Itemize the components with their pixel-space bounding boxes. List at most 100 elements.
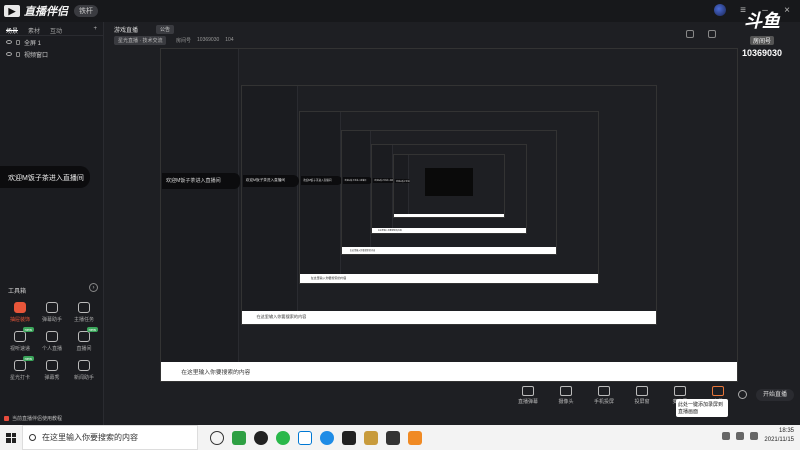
bottom-tool-label: 直播弹幕 bbox=[517, 399, 538, 405]
search-icon bbox=[29, 434, 36, 441]
tool-item[interactable]: 弹幕秀 bbox=[36, 360, 68, 381]
bottom-tool[interactable]: 手机投屏 bbox=[592, 386, 616, 405]
tab-interact[interactable]: 互动 bbox=[50, 26, 62, 35]
nested-welcome: 欢迎M饭子茶进入直播间 bbox=[242, 174, 300, 187]
user-avatar[interactable] bbox=[714, 4, 726, 16]
tool-label: 直播间 bbox=[76, 346, 92, 352]
nested-taskbar: 在这里输入你要搜索的内容 bbox=[342, 246, 556, 254]
qq-icon[interactable] bbox=[254, 430, 268, 445]
nested-search-text: 在这里输入你要搜索的内容 bbox=[377, 229, 402, 232]
tool-item[interactable]: 主播任务 bbox=[68, 302, 100, 323]
start-button[interactable] bbox=[0, 425, 22, 450]
room-number-label: 房间号 bbox=[176, 38, 192, 44]
settings-gear-icon[interactable] bbox=[738, 390, 747, 399]
bottom-tool[interactable]: 直播弹幕 bbox=[516, 386, 540, 405]
clock[interactable]: 18:35 2021/11/15 bbox=[764, 427, 794, 445]
live-preview[interactable]: 欢迎M饭子茶进入直播间 在这里输入你要搜索的内容 欢迎M饭子茶进入直播间 在这里输入你… bbox=[160, 48, 738, 382]
new-badge: new bbox=[22, 356, 34, 361]
nested-search-text: 在这里输入你要搜索的内容 bbox=[181, 370, 251, 377]
search-placeholder: 在这里输入你要搜索的内容 bbox=[42, 433, 138, 442]
game-icon[interactable] bbox=[342, 430, 356, 445]
add-scene-icon[interactable]: + bbox=[93, 26, 97, 32]
app-name: 直播伴侣 bbox=[24, 6, 68, 18]
nested-taskbar: 在这里输入你要搜索的内容 bbox=[241, 310, 657, 325]
lock-icon[interactable] bbox=[708, 30, 716, 38]
nested-search-text: 在这里输入你要搜索的内容 bbox=[310, 276, 347, 281]
tool-label: 星光打卡 bbox=[9, 375, 30, 381]
wechat-icon[interactable] bbox=[276, 430, 290, 445]
store-icon[interactable] bbox=[298, 430, 312, 445]
tool-icon: new bbox=[78, 327, 98, 342]
nested-sidebar bbox=[241, 85, 299, 325]
nested-welcome: 欢迎M饭子茶进入直播间 bbox=[162, 172, 241, 190]
eye-icon[interactable] bbox=[6, 52, 12, 56]
douyu-icon[interactable] bbox=[408, 430, 422, 445]
bottom-tool-icon bbox=[674, 386, 686, 396]
app-logo-icon: ▶ bbox=[4, 5, 20, 17]
watermark-sub: 房间号 bbox=[749, 36, 774, 45]
taskbar-apps bbox=[210, 430, 422, 445]
tool-item[interactable]: new 直播间 bbox=[68, 327, 100, 352]
tool-item[interactable]: 新闻助手 bbox=[68, 360, 100, 381]
edge-icon[interactable] bbox=[320, 430, 334, 445]
nested-welcome: 欢迎M饭子茶进入直播间 bbox=[343, 177, 373, 184]
eye-icon[interactable] bbox=[6, 40, 12, 44]
tool-item[interactable]: 个人直播 bbox=[36, 331, 68, 352]
tool-item[interactable]: 抽屉装饰 bbox=[4, 302, 36, 323]
new-badge: new bbox=[22, 327, 34, 332]
cortana-icon[interactable] bbox=[210, 430, 224, 445]
share-icon[interactable] bbox=[686, 30, 694, 38]
date: 2021/11/15 bbox=[764, 437, 794, 443]
tab-materials[interactable]: 素材 bbox=[28, 26, 40, 35]
tool-item[interactable]: 弹幕助手 bbox=[36, 302, 68, 323]
scene-label: 视频窗口 bbox=[24, 52, 49, 59]
tool-item[interactable]: new 星光打卡 bbox=[4, 356, 36, 381]
bottom-tool[interactable]: 摄像头 bbox=[554, 386, 578, 405]
tool-label: 弹幕助手 bbox=[41, 317, 62, 323]
chevron-right-icon[interactable]: › bbox=[89, 283, 98, 292]
tool-item[interactable]: new 视听速递 bbox=[4, 327, 36, 352]
tip-popup: 此处一键添加录屏到直播画面 bbox=[676, 399, 728, 417]
room-meta: 房间号 10369030 104 bbox=[176, 37, 234, 44]
title-bar: ▶ 直播伴侣 铁杆 ≡ – × bbox=[0, 0, 800, 22]
nested-sidebar bbox=[300, 112, 341, 284]
network-icon[interactable] bbox=[736, 432, 745, 440]
lock-icon[interactable] bbox=[16, 51, 20, 57]
notice-text: 当前直播伴侣使用教程 bbox=[12, 416, 63, 422]
toolbox-grid: 抽屉装饰 弹幕助手 主播任务 new 视听速递 个人直播 new 直播间 new 星光打卡 弹幕秀 新… bbox=[4, 302, 100, 381]
nested-taskbar: 在这里输入你要搜索的内容 bbox=[161, 362, 737, 381]
tool-label: 抽屉装饰 bbox=[9, 317, 30, 323]
tray-icon[interactable] bbox=[722, 432, 731, 440]
app-icon[interactable] bbox=[232, 430, 246, 445]
notice-bar[interactable]: 当前直播伴侣使用教程 bbox=[4, 415, 104, 422]
lock-icon[interactable] bbox=[16, 39, 20, 45]
tool-icon bbox=[14, 302, 26, 313]
scene-item[interactable]: 全屏 1 bbox=[0, 36, 103, 48]
volume-icon[interactable] bbox=[750, 432, 759, 440]
bottom-tool-label: 投屏窗 bbox=[634, 399, 650, 405]
scene-tabs: 场景 素材 互动 + bbox=[0, 22, 103, 36]
nested-sidebar bbox=[342, 131, 372, 254]
nested-taskbar bbox=[394, 213, 504, 218]
scene-item[interactable]: 视频窗口 bbox=[0, 48, 103, 60]
app-window: ▶ 直播伴侣 铁杆 ≡ – × 场景 素材 互动 + 全屏 1 视频窗口 欢迎M… bbox=[0, 0, 800, 425]
new-badge: new bbox=[86, 327, 98, 332]
lol-icon[interactable] bbox=[364, 430, 378, 445]
tool-icon bbox=[78, 302, 90, 313]
tool-label: 视听速递 bbox=[9, 346, 30, 352]
bottom-tool-icon bbox=[522, 386, 534, 396]
sidebar: 场景 素材 互动 + 全屏 1 视频窗口 欢迎M饭子茶进入直播间 工具箱 › 抽… bbox=[0, 22, 104, 425]
lol-client-icon[interactable] bbox=[386, 430, 400, 445]
tool-label: 个人直播 bbox=[41, 346, 62, 352]
app-badge[interactable]: 铁杆 bbox=[74, 5, 98, 17]
start-live-button[interactable]: 开始直播 bbox=[756, 389, 794, 401]
bottom-tool[interactable]: 投屏窗 bbox=[630, 386, 654, 405]
room-category[interactable]: 星光直播 · 技术交流 bbox=[114, 36, 167, 45]
room-tag[interactable]: 公告 bbox=[156, 25, 175, 34]
brand: ▶ 直播伴侣 铁杆 bbox=[4, 3, 98, 19]
room-title[interactable]: 游戏直播 bbox=[114, 25, 138, 34]
tool-icon bbox=[46, 302, 58, 313]
taskbar-search[interactable]: 在这里输入你要搜索的内容 bbox=[22, 425, 198, 450]
room-number: 10369030 bbox=[197, 37, 220, 43]
tab-scenes[interactable]: 场景 bbox=[6, 26, 19, 35]
